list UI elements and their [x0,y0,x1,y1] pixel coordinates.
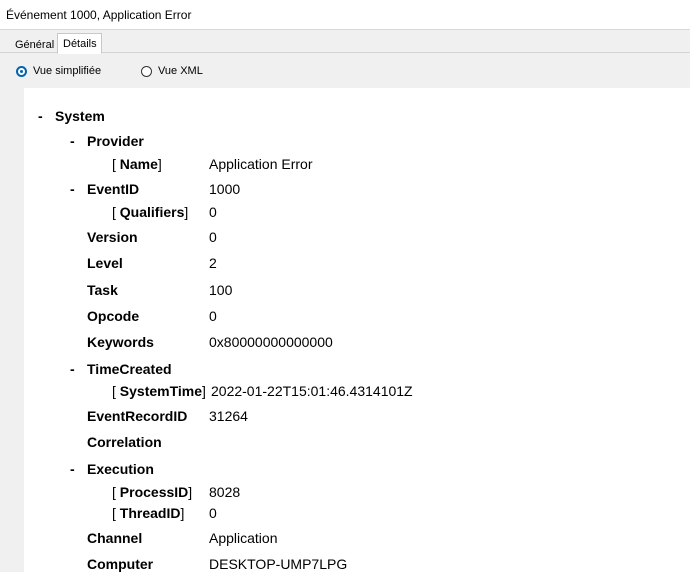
opcode-node: Opcode [87,308,140,324]
version-value: 0 [209,229,217,245]
execution-collapse-toggle[interactable]: - [70,459,75,479]
system-node: System [55,108,105,124]
radio-unselected-icon[interactable] [141,65,152,77]
radio-selected-icon[interactable] [16,65,27,77]
keywords-node: Keywords [87,334,154,350]
bracket-close: ] [180,505,185,521]
system-collapse-toggle[interactable]: - [38,106,43,126]
bracket-open: [ [112,383,120,399]
opcode-value: 0 [209,308,217,324]
eventid-value: 1000 [209,181,241,197]
task-node: Task [87,282,118,298]
qualifiers-value: 0 [209,204,217,220]
bracket-open: [ [112,484,120,500]
execution-node: Execution [87,461,154,477]
channel-value: Application [209,530,278,546]
timecreated-node: TimeCreated [87,361,172,377]
tab-details-cover: Détails [57,33,102,54]
processid-attribute: [ ProcessID] [112,482,192,502]
eventid-collapse-toggle[interactable]: - [70,179,75,199]
channel-node: Channel [87,530,143,546]
provider-node: Provider [87,133,144,149]
eventid-node: EventID [87,181,140,197]
bracket-close: ] [157,156,162,172]
bracket-close: ] [188,484,193,500]
systemtime-label: SystemTime [119,383,203,399]
tab-bar: Général Détails [0,30,690,54]
bracket-close: ] [202,383,206,399]
computer-value: DESKTOP-UMP7LPG [209,556,348,572]
bracket-open: [ [112,204,120,220]
qualifiers-label: Qualifiers [119,204,185,220]
qualifiers-attribute: [ Qualifiers] [112,202,188,222]
correlation-node: Correlation [87,434,162,450]
level-node: Level [87,255,123,271]
bracket-open: [ [112,156,120,172]
version-node: Version [87,229,138,245]
level-value: 2 [209,255,217,271]
processid-value: 8028 [209,484,241,500]
bracket-open: [ [112,505,120,521]
name-label: Name [119,156,158,172]
timecreated-collapse-toggle[interactable]: - [70,359,75,379]
name-value: Application Error [209,156,313,172]
task-value: 100 [209,282,233,298]
bracket-close: ] [184,204,189,220]
view-xml-label: Vue XML [158,65,203,77]
threadid-attribute: [ ThreadID] [112,503,184,523]
window-title: Événement 1000, Application Error [0,0,690,30]
eventrecordid-node: EventRecordID [87,408,188,424]
processid-label: ProcessID [119,484,189,500]
systemtime-value: 2022-01-22T15:01:46.4314101Z [211,383,413,399]
keywords-value: 0x80000000000000 [209,334,333,350]
threadid-label: ThreadID [119,505,181,521]
view-simple-label: Vue simplifiée [33,65,102,77]
tab-divider [0,52,690,53]
threadid-value: 0 [209,505,217,521]
name-attribute: [ Name] [112,154,162,174]
view-xml-option[interactable]: Vue XML [141,63,203,79]
view-simple-option[interactable]: Vue simplifiée [16,63,101,79]
tab-details-label: Détails [63,38,97,50]
provider-collapse-toggle[interactable]: - [70,131,75,151]
computer-node: Computer [87,556,154,572]
eventrecordid-value: 31264 [209,408,248,424]
systemtime-attribute: [ SystemTime] [112,381,206,401]
